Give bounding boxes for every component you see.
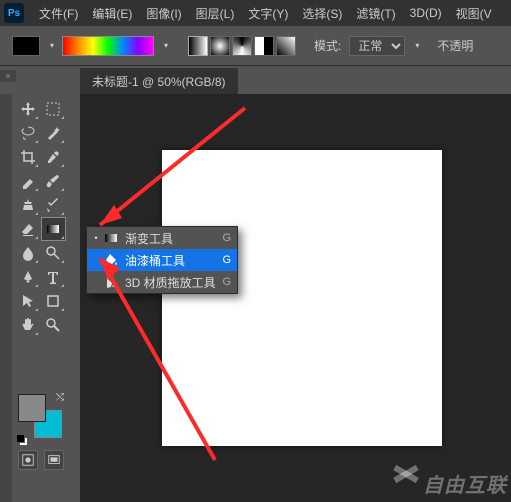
collapse-panel-icon[interactable]: « (0, 70, 16, 82)
blur-tool[interactable] (16, 242, 39, 264)
shape-tool[interactable] (42, 290, 65, 312)
mode-label: 模式: (314, 37, 341, 54)
quick-mask-button[interactable] (18, 450, 38, 470)
gradient-preview[interactable] (62, 36, 154, 56)
healing-brush-tool[interactable] (16, 170, 39, 192)
document-tab[interactable]: 未标题-1 @ 50%(RGB/8) (80, 67, 238, 95)
paint-bucket-icon (103, 252, 119, 268)
chevron-down-icon[interactable]: ▾ (50, 41, 54, 50)
lasso-tool[interactable] (16, 122, 39, 144)
flyout-label: 3D 材质拖放工具 (125, 274, 222, 291)
opacity-label: 不透明 (437, 37, 473, 54)
type-tool[interactable] (42, 266, 65, 288)
history-brush-tool[interactable] (42, 194, 65, 216)
watermark: 自由互联 (393, 469, 507, 498)
gradient-radial-button[interactable] (210, 36, 230, 56)
menu-file[interactable]: 文件(F) (32, 5, 85, 22)
active-tool-preset[interactable] (12, 36, 40, 56)
zoom-tool[interactable] (42, 314, 65, 336)
menu-select[interactable]: 选择(S) (295, 5, 349, 22)
gradient-reflected-button[interactable] (254, 36, 274, 56)
menu-filter[interactable]: 滤镜(T) (349, 5, 402, 22)
material-drop-icon (103, 274, 119, 290)
flyout-item-3d-material[interactable]: 3D 材质拖放工具 G (87, 271, 237, 293)
path-selection-tool[interactable] (16, 290, 39, 312)
flyout-item-paint-bucket[interactable]: 油漆桶工具 G (87, 249, 237, 271)
brush-tool[interactable] (42, 170, 65, 192)
blend-mode-select[interactable]: 正常 (349, 36, 405, 56)
ps-app-icon: Ps (4, 3, 24, 23)
chevron-down-icon[interactable]: ▾ (164, 41, 168, 50)
current-tool-indicator: • (93, 233, 99, 243)
gradient-tool[interactable] (42, 218, 65, 240)
flyout-shortcut: G (222, 254, 231, 266)
foreground-color-swatch[interactable] (18, 394, 46, 422)
menu-edit[interactable]: 编辑(E) (85, 5, 139, 22)
hand-tool[interactable] (16, 314, 39, 336)
color-swatch-panel: ⤭ (18, 394, 62, 438)
screen-mode-button[interactable] (44, 450, 64, 470)
flyout-label: 油漆桶工具 (125, 252, 222, 269)
magic-wand-tool[interactable] (42, 122, 65, 144)
sidebar-gutter (0, 94, 12, 502)
pen-tool[interactable] (16, 266, 39, 288)
eyedropper-tool[interactable] (42, 146, 65, 168)
marquee-tool[interactable] (42, 98, 65, 120)
gradient-linear-button[interactable] (188, 36, 208, 56)
default-colors-icon[interactable] (16, 434, 26, 444)
flyout-label: 渐变工具 (125, 230, 222, 247)
menu-image[interactable]: 图像(I) (139, 5, 188, 22)
menu-view[interactable]: 视图(V (449, 5, 499, 22)
gradient-tool-flyout: • 渐变工具 G 油漆桶工具 G 3D 材质拖放工具 G (86, 226, 238, 294)
move-tool[interactable] (16, 98, 39, 120)
crop-tool[interactable] (16, 146, 39, 168)
menu-type[interactable]: 文字(Y) (241, 5, 295, 22)
gradient-diamond-button[interactable] (276, 36, 296, 56)
tools-panel (14, 94, 67, 340)
eraser-tool[interactable] (16, 218, 39, 240)
clone-stamp-tool[interactable] (16, 194, 39, 216)
flyout-shortcut: G (222, 232, 231, 244)
gradient-angle-button[interactable] (232, 36, 252, 56)
gradient-icon (103, 230, 119, 246)
swap-colors-icon[interactable]: ⤭ (56, 392, 64, 403)
menu-3d[interactable]: 3D(D) (403, 6, 449, 20)
flyout-shortcut: G (222, 276, 231, 288)
flyout-item-gradient[interactable]: • 渐变工具 G (87, 227, 237, 249)
dodge-tool[interactable] (42, 242, 65, 264)
chevron-down-icon: ▾ (415, 41, 419, 50)
canvas-viewport[interactable] (80, 94, 511, 502)
menu-layer[interactable]: 图层(L) (189, 5, 242, 22)
canvas[interactable] (162, 150, 442, 446)
